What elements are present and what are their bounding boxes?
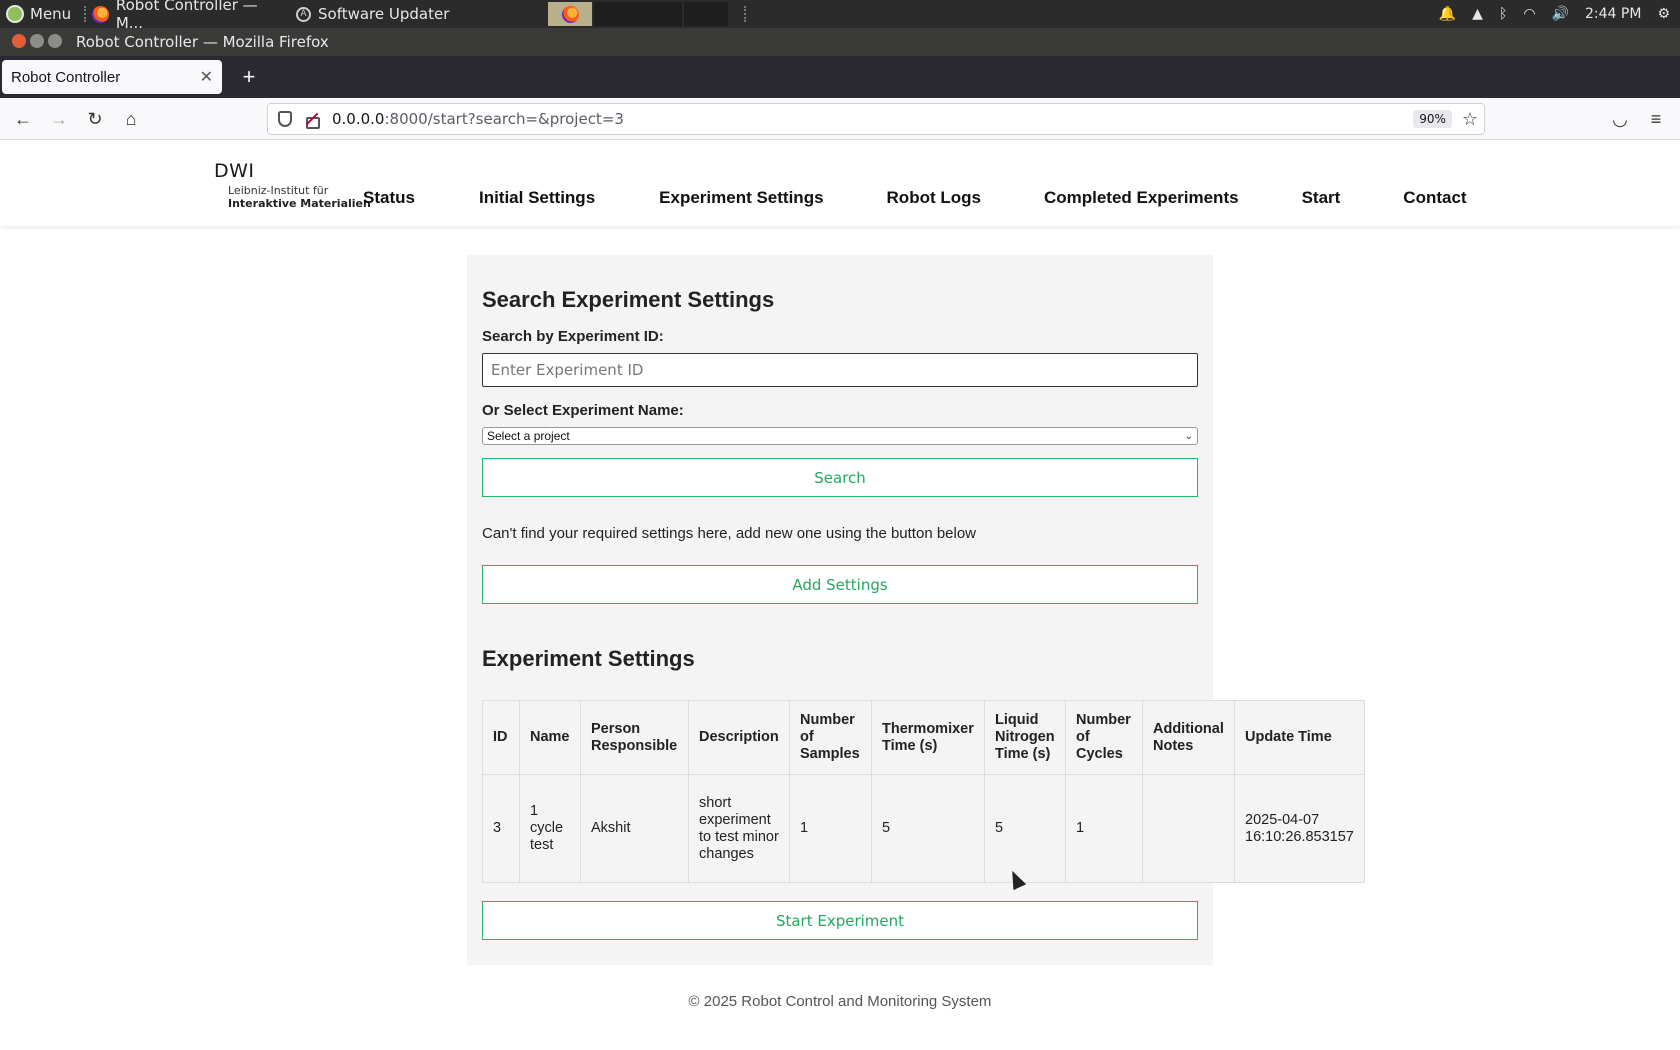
dwi-logo[interactable]: DWI Leibniz-Institut für Interaktive Mat… bbox=[214, 160, 371, 210]
forward-arrow-icon[interactable]: → bbox=[46, 106, 72, 132]
page-viewport: DWI Leibniz-Institut für Interaktive Mat… bbox=[0, 140, 1680, 1050]
table-row[interactable]: 3 1 cycle test Akshit short experiment t… bbox=[482, 774, 1365, 883]
logo-title: DWI bbox=[214, 160, 255, 182]
start-menu-button[interactable]: Menu bbox=[6, 0, 71, 28]
window-title: Robot Controller — Mozilla Firefox bbox=[76, 33, 329, 51]
col-description: Description bbox=[688, 700, 790, 775]
home-icon[interactable]: ⌂ bbox=[118, 106, 144, 132]
nav-experiment-settings[interactable]: Experiment Settings bbox=[659, 188, 823, 208]
search-button[interactable]: Search bbox=[482, 458, 1198, 497]
cell-samples: 1 bbox=[789, 774, 872, 883]
logo-subtitle-bold: Interaktive Materialien bbox=[228, 197, 371, 210]
system-tray: 🔔 ▲ ᛒ ◠ 🔊 2:44 PM ⚙ bbox=[1439, 0, 1670, 28]
settings-heading: Experiment Settings bbox=[482, 646, 695, 671]
search-heading: Search Experiment Settings bbox=[482, 287, 775, 312]
nav-robot-logs[interactable]: Robot Logs bbox=[887, 188, 981, 208]
clock[interactable]: 2:44 PM bbox=[1585, 6, 1641, 22]
col-nitrogen: Liquid Nitrogen Time (s) bbox=[984, 700, 1066, 775]
taskbar-window-updater[interactable]: A Software Updater bbox=[296, 0, 449, 28]
wifi-icon[interactable]: ◠ bbox=[1523, 6, 1535, 22]
workspace-4[interactable] bbox=[684, 2, 728, 26]
taskbar-separator bbox=[84, 6, 87, 22]
back-arrow-icon[interactable]: ← bbox=[10, 106, 36, 132]
cell-id: 3 bbox=[482, 774, 520, 883]
col-name: Name bbox=[519, 700, 581, 775]
project-select[interactable]: Select a project ⌄ bbox=[482, 427, 1198, 445]
experiment-id-input[interactable] bbox=[482, 353, 1198, 387]
main-nav: Status Initial Settings Experiment Setti… bbox=[363, 188, 1467, 208]
firefox-icon bbox=[92, 5, 109, 23]
window-close-icon[interactable] bbox=[12, 34, 26, 48]
taskbar-window-firefox[interactable]: Robot Controller — M... bbox=[92, 0, 288, 32]
taskbar-window-label: Software Updater bbox=[318, 5, 450, 23]
col-person: Person Responsible bbox=[580, 700, 689, 775]
table-header-row: ID Name Person Responsible Description N… bbox=[482, 700, 1365, 775]
url-text[interactable]: 0.0.0.0:8000/start?search=&project=3 bbox=[332, 110, 624, 128]
cell-nitrogen: 5 bbox=[984, 774, 1066, 883]
bookmark-star-icon[interactable]: ☆ bbox=[1462, 109, 1478, 130]
nav-completed-experiments[interactable]: Completed Experiments bbox=[1044, 188, 1239, 208]
chevron-down-icon: ⌄ bbox=[1184, 430, 1193, 442]
col-update-time: Update Time bbox=[1234, 700, 1365, 775]
workspace-1[interactable] bbox=[548, 2, 592, 26]
browser-tab-active[interactable]: Robot Controller ✕ bbox=[2, 60, 222, 94]
tab-title: Robot Controller bbox=[11, 68, 121, 86]
col-samples: Number of Samples bbox=[789, 700, 872, 775]
new-tab-plus-icon[interactable]: + bbox=[236, 64, 262, 90]
search-id-label: Search by Experiment ID: bbox=[482, 328, 664, 345]
mint-logo-icon bbox=[6, 5, 24, 23]
workspace-2[interactable] bbox=[594, 2, 638, 26]
notifications-icon[interactable]: 🔔 bbox=[1439, 6, 1456, 22]
add-settings-hint: Can't find your required settings here, … bbox=[482, 525, 977, 542]
tracking-shield-icon[interactable] bbox=[278, 111, 292, 127]
window-titlebar: Robot Controller — Mozilla Firefox bbox=[0, 28, 1680, 56]
firefox-icon bbox=[561, 5, 579, 23]
bluetooth-icon[interactable]: ᛒ bbox=[1499, 6, 1507, 22]
insecure-lock-icon[interactable] bbox=[304, 112, 320, 129]
col-thermomixer: Thermomixer Time (s) bbox=[871, 700, 985, 775]
logo-subtitle: Leibniz-Institut für bbox=[228, 184, 329, 197]
start-menu-label: Menu bbox=[30, 5, 72, 23]
col-cycles: Number of Cycles bbox=[1065, 700, 1143, 775]
cell-person: Akshit bbox=[580, 774, 689, 883]
select-name-label: Or Select Experiment Name: bbox=[482, 402, 684, 419]
update-manager-icon[interactable]: ▲ bbox=[1472, 6, 1483, 22]
start-experiment-button[interactable]: Start Experiment bbox=[482, 901, 1198, 940]
nav-initial-settings[interactable]: Initial Settings bbox=[479, 188, 595, 208]
zoom-level-badge[interactable]: 90% bbox=[1413, 110, 1452, 128]
cell-cycles: 1 bbox=[1065, 774, 1143, 883]
project-select-value: Select a project bbox=[487, 429, 570, 443]
col-id: ID bbox=[482, 700, 520, 775]
cell-description: short experiment to test minor changes bbox=[688, 774, 790, 883]
col-notes: Additional Notes bbox=[1142, 700, 1235, 775]
window-minimize-icon[interactable] bbox=[30, 34, 44, 48]
tab-strip: Robot Controller ✕ + bbox=[0, 56, 1680, 98]
settings-table: ID Name Person Responsible Description N… bbox=[482, 700, 1365, 883]
workspace-3[interactable] bbox=[638, 2, 682, 26]
pocket-icon[interactable]: ◡ bbox=[1607, 106, 1633, 132]
settings-gear-icon[interactable]: ⚙ bbox=[1657, 6, 1670, 22]
page-footer: © 2025 Robot Control and Monitoring Syst… bbox=[688, 993, 992, 1010]
os-taskbar: Menu Robot Controller — M... A Software … bbox=[0, 0, 1680, 32]
nav-contact[interactable]: Contact bbox=[1403, 188, 1466, 208]
taskbar-separator bbox=[744, 6, 747, 22]
nav-status[interactable]: Status bbox=[363, 188, 415, 208]
add-settings-button[interactable]: Add Settings bbox=[482, 565, 1198, 604]
reload-icon[interactable]: ↻ bbox=[82, 106, 108, 132]
hamburger-menu-icon[interactable]: ≡ bbox=[1643, 106, 1669, 132]
cell-name: 1 cycle test bbox=[519, 774, 581, 883]
cell-notes bbox=[1142, 774, 1235, 883]
site-header: DWI Leibniz-Institut für Interaktive Mat… bbox=[0, 140, 1680, 226]
browser-navbar: ← → ↻ ⌂ 0.0.0.0:8000/start?search=&proje… bbox=[0, 98, 1680, 140]
url-bar[interactable]: 0.0.0.0:8000/start?search=&project=3 90%… bbox=[267, 103, 1485, 135]
cell-thermomixer: 5 bbox=[871, 774, 985, 883]
software-updater-icon: A bbox=[296, 6, 311, 22]
tab-close-icon[interactable]: ✕ bbox=[200, 67, 213, 87]
nav-start[interactable]: Start bbox=[1302, 188, 1341, 208]
cell-update-time: 2025-04-07 16:10:26.853157 bbox=[1234, 774, 1365, 883]
volume-icon[interactable]: 🔊 bbox=[1552, 6, 1569, 22]
window-maximize-icon[interactable] bbox=[48, 34, 62, 48]
